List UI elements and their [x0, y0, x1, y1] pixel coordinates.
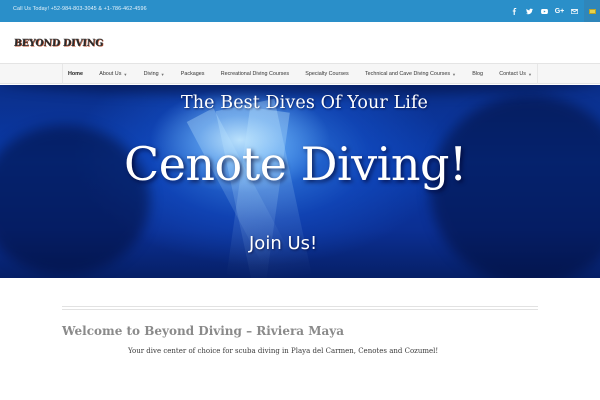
nav-item-home[interactable]: Home — [63, 64, 88, 84]
contact-phone: Call Us Today! +52-984-803-3045 & +1-786… — [13, 6, 147, 12]
social-links: G+ — [507, 0, 600, 22]
welcome-tagline: Your dive center of choice for scuba div… — [128, 347, 439, 355]
nav-item-recreational-diving-courses[interactable]: Recreational Diving Courses — [216, 64, 294, 84]
nav-item-specialty-courses[interactable]: Specialty Courses — [300, 64, 353, 84]
nav-item-about-us[interactable]: About Us ▼ — [94, 64, 132, 84]
nav-item-packages[interactable]: Packages — [176, 64, 210, 84]
nav-item-label: Specialty Courses — [305, 71, 349, 77]
chevron-down-icon: ▼ — [160, 71, 165, 77]
hero-title: Cenote Diving! — [124, 137, 467, 191]
youtube-icon[interactable] — [537, 0, 552, 22]
welcome-heading: Welcome to Beyond Diving – Riviera Maya — [62, 324, 345, 338]
main-navigation: Home About Us ▼ Diving ▼ Packages Recreati… — [0, 63, 600, 84]
site-logo[interactable]: BEYOND DIVING — [14, 37, 104, 50]
nav-item-label: Diving — [143, 71, 159, 77]
site-header: BEYOND DIVING — [0, 22, 600, 63]
nav-item-diving[interactable]: Diving ▼ — [139, 64, 170, 84]
nav-item-label: Packages — [180, 71, 205, 77]
nav-item-technical-cave-diving[interactable]: Technical and Cave Diving Courses ▼ — [360, 64, 461, 84]
chevron-down-icon: ▼ — [527, 71, 532, 77]
join-us-link[interactable]: Join Us! — [249, 233, 317, 254]
section-divider — [62, 306, 538, 310]
nav-item-label: Contact Us — [499, 71, 526, 77]
email-icon[interactable] — [567, 0, 582, 22]
nav-item-label: Recreational Diving Courses — [220, 71, 290, 77]
logo-text: BEYOND DIVING — [13, 38, 104, 49]
nav-item-blog[interactable]: Blog — [467, 64, 488, 84]
chevron-down-icon: ▼ — [123, 71, 128, 77]
nav-item-label: Technical and Cave Diving Courses — [364, 71, 451, 77]
hero-banner: The Best Dives Of Your Life Cenote Divin… — [0, 85, 600, 278]
chevron-down-icon: ▼ — [452, 71, 457, 77]
twitter-icon[interactable] — [522, 0, 537, 22]
nav-item-label: Home — [68, 71, 83, 77]
hero-subtitle: The Best Dives Of Your Life — [181, 93, 428, 113]
nav-item-label: Blog — [472, 71, 484, 77]
nav-item-label: About Us — [99, 71, 122, 77]
google-plus-icon[interactable]: G+ — [552, 0, 567, 22]
nav-menu: Home About Us ▼ Diving ▼ Packages Recreati… — [62, 64, 538, 84]
nav-item-contact-us[interactable]: Contact Us ▼ — [494, 64, 537, 84]
top-bar: Call Us Today! +52-984-803-3045 & +1-786… — [0, 0, 600, 22]
facebook-icon[interactable] — [507, 0, 522, 22]
language-flag-icon[interactable] — [584, 0, 600, 22]
